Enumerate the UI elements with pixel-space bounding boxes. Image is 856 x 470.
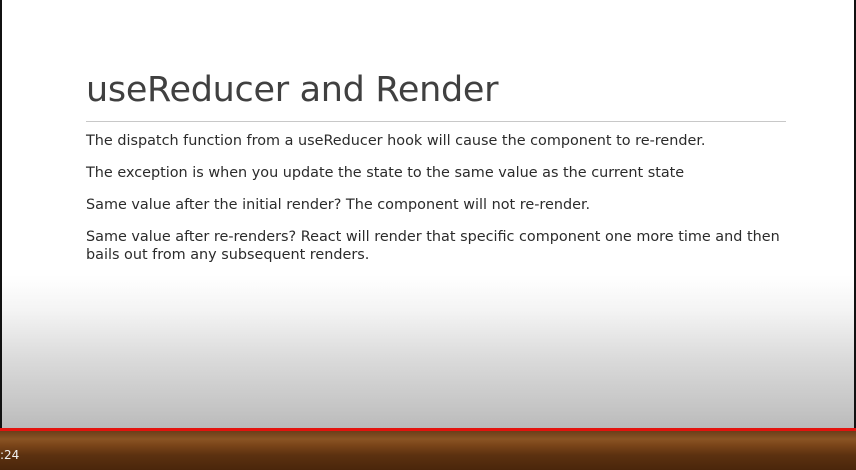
slide-paragraph: Same value after the initial render? The… [86, 197, 591, 213]
slide-paragraph: Same value after re-renders? React will … [86, 229, 780, 263]
slide-title: useReducer and Render [86, 70, 499, 110]
video-player[interactable]: useReducer and Render The dispatch funct… [0, 0, 856, 470]
slide-paragraph: The dispatch function from a useReducer … [86, 133, 706, 149]
left-border [0, 0, 2, 470]
title-divider [86, 121, 786, 122]
control-bar [0, 431, 856, 470]
slide-frame: useReducer and Render The dispatch funct… [2, 0, 854, 470]
slide-body: The dispatch function from a useReducer … [86, 132, 786, 278]
slide-paragraph: The exception is when you update the sta… [86, 165, 685, 181]
time-display: :24 [0, 448, 20, 462]
